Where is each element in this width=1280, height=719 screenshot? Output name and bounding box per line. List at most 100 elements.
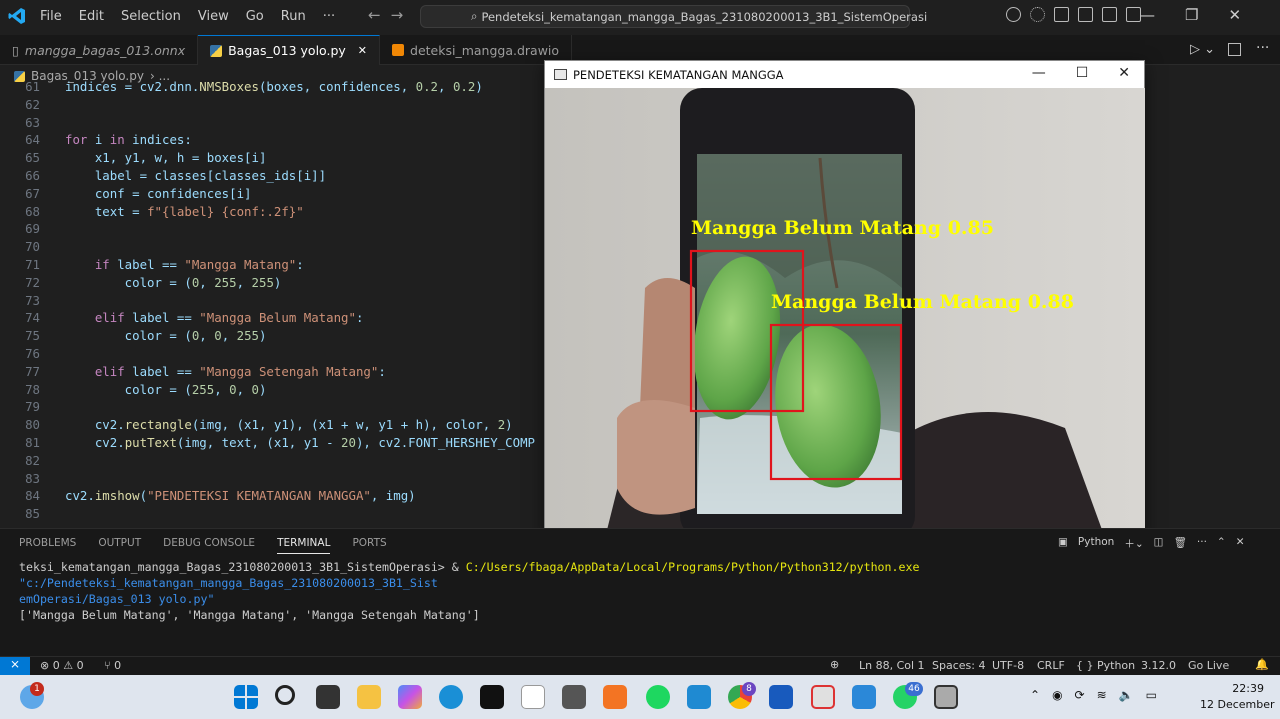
clock[interactable]: 22:39 12 December: [1200, 681, 1275, 713]
tab-output[interactable]: OUTPUT: [98, 537, 141, 554]
menu-selection[interactable]: Selection: [121, 9, 181, 24]
opencv-window[interactable]: PENDETEKSI KEMATANGAN MANGGA — ☐ ✕ Mangg…: [544, 60, 1145, 538]
edge-icon[interactable]: [439, 685, 463, 709]
bell-icon[interactable]: 🔔: [1255, 658, 1269, 671]
code-line[interactable]: 77 elif label == "Mangga Setengah Matang…: [0, 364, 386, 382]
minimize-icon[interactable]: —: [1140, 6, 1155, 24]
code-line[interactable]: 65 x1, y1, w, h = boxes[i]: [0, 150, 266, 168]
photos-icon[interactable]: [852, 685, 876, 709]
code-line[interactable]: 80 cv2.rectangle(img, (x1, y1), (x1 + w,…: [0, 417, 513, 435]
menu-more[interactable]: ···: [323, 9, 335, 24]
sublime-text-icon[interactable]: [603, 685, 627, 709]
code-line[interactable]: 78 color = (255, 0, 0): [0, 382, 266, 400]
forward-arrow-icon[interactable]: →: [391, 6, 414, 24]
code-line[interactable]: 84 cv2.imshow("PENDETEKSI KEMATANGAN MANG…: [0, 488, 416, 506]
menu-go[interactable]: Go: [246, 9, 264, 24]
maximize-panel-icon[interactable]: ⌃: [1217, 536, 1226, 551]
code-editor[interactable]: 61 indices = cv2.dnn.NMSBoxes(boxes, conf…: [0, 80, 544, 524]
tab-problems[interactable]: PROBLEMS: [19, 537, 76, 554]
close-icon[interactable]: ✕: [1228, 6, 1241, 24]
toggle-sidebar-icon[interactable]: [1078, 7, 1093, 22]
start-icon[interactable]: [234, 685, 258, 709]
eol[interactable]: CRLF: [1037, 659, 1065, 672]
toggle-panel-icon[interactable]: [1102, 7, 1117, 22]
code-line[interactable]: 63: [0, 115, 40, 133]
go-live[interactable]: Go Live: [1188, 659, 1229, 672]
dropbox-icon[interactable]: [480, 685, 504, 709]
menu-edit[interactable]: Edit: [79, 9, 104, 24]
code-line[interactable]: 62: [0, 97, 40, 115]
search-icon[interactable]: [275, 685, 295, 705]
close-icon[interactable]: ✕: [1118, 65, 1130, 81]
snipping-tool-icon[interactable]: [811, 685, 835, 709]
battery-icon[interactable]: ▭: [1146, 688, 1157, 702]
add-terminal-icon[interactable]: ＋⌄: [1124, 536, 1143, 551]
command-center-search[interactable]: ⌕ Pendeteksi_kematangan_mangga_Bagas_231…: [420, 5, 927, 28]
code-line[interactable]: 71 if label == "Mangga Matang":: [0, 257, 304, 275]
problems-count[interactable]: ⊗ 0 ⚠ 0: [40, 659, 84, 672]
code-line[interactable]: 81 cv2.putText(img, text, (x1, y1 - 20),…: [0, 435, 535, 453]
vscode-taskbar-icon[interactable]: [687, 685, 711, 709]
maximize-icon[interactable]: ☐: [1076, 65, 1089, 81]
code-line[interactable]: 79: [0, 399, 40, 417]
file-explorer-icon[interactable]: [357, 685, 381, 709]
tab-onnx[interactable]: ▯ mangga_bagas_013.onnx: [0, 35, 199, 65]
code-line[interactable]: 76: [0, 346, 40, 364]
ports-count[interactable]: ⑂ 0: [104, 659, 121, 672]
code-line[interactable]: 85: [0, 506, 40, 524]
code-line[interactable]: 82: [0, 453, 40, 471]
menu-view[interactable]: View: [198, 9, 229, 24]
tray-app-icon[interactable]: ◉: [1052, 688, 1062, 702]
sync-icon[interactable]: ⟳: [1075, 688, 1085, 702]
zoom-icon[interactable]: ⊕: [830, 658, 839, 671]
split-terminal-icon[interactable]: ◫: [1154, 536, 1164, 551]
layout-icon[interactable]: [1054, 7, 1069, 22]
python-version[interactable]: 3.12.0: [1141, 659, 1176, 672]
menu-run[interactable]: Run: [281, 9, 306, 24]
code-line[interactable]: 67 conf = confidences[i]: [0, 186, 251, 204]
code-line[interactable]: 73: [0, 293, 40, 311]
trash-icon[interactable]: 🗑: [1174, 536, 1187, 551]
tab-yolo-py[interactable]: Bagas_013 yolo.py ✕: [198, 35, 381, 65]
indentation[interactable]: Spaces: 4: [932, 659, 985, 672]
volume-icon[interactable]: 🔈: [1119, 688, 1134, 702]
split-editor-icon[interactable]: [1228, 43, 1241, 56]
copilot-icon[interactable]: [398, 685, 422, 709]
cv-title-bar[interactable]: PENDETEKSI KEMATANGAN MANGGA — ☐ ✕: [545, 61, 1144, 88]
language-mode[interactable]: { } Python: [1076, 659, 1135, 672]
terminal-output[interactable]: teksi_kematangan_mangga_Bagas_2310802000…: [19, 559, 1269, 623]
close-tab-icon[interactable]: ✕: [358, 44, 367, 57]
spotify-icon[interactable]: [646, 685, 670, 709]
code-line[interactable]: 68 text = f"{label} {conf:.2f}": [0, 204, 304, 222]
amazon-icon[interactable]: [521, 685, 545, 709]
close-panel-icon[interactable]: ✕: [1236, 536, 1245, 551]
device-icon[interactable]: [562, 685, 586, 709]
code-line[interactable]: 74 elif label == "Mangga Belum Matang":: [0, 310, 363, 328]
tab-debug-console[interactable]: DEBUG CONSOLE: [163, 537, 255, 554]
remote-icon[interactable]: ⨯: [0, 657, 30, 676]
account-icon[interactable]: [1006, 7, 1021, 22]
code-line[interactable]: 66 label = classes[classes_ids[i]]: [0, 168, 326, 186]
restore-icon[interactable]: ❐: [1185, 6, 1198, 24]
terminal-shell-name[interactable]: Python: [1078, 536, 1114, 551]
toggle-secondary-sidebar-icon[interactable]: [1126, 7, 1141, 22]
python-app-icon[interactable]: [934, 685, 958, 709]
run-python-icon[interactable]: ▷ ⌄: [1190, 42, 1215, 57]
code-line[interactable]: 83: [0, 471, 40, 489]
code-line[interactable]: 61 indices = cv2.dnn.NMSBoxes(boxes, conf…: [0, 80, 483, 97]
chevron-up-icon[interactable]: ⌃: [1030, 688, 1040, 702]
task-view-icon[interactable]: [316, 685, 340, 709]
encoding[interactable]: UTF-8: [992, 659, 1024, 672]
menu-file[interactable]: File: [40, 9, 62, 24]
cursor-position[interactable]: Ln 88, Col 1: [859, 659, 925, 672]
wifi-icon[interactable]: ≋: [1097, 688, 1107, 702]
code-line[interactable]: 72 color = (0, 255, 255): [0, 275, 281, 293]
tab-ports[interactable]: PORTS: [352, 537, 386, 554]
more-icon[interactable]: ···: [1197, 536, 1207, 551]
code-line[interactable]: 75 color = (0, 0, 255): [0, 328, 266, 346]
back-arrow-icon[interactable]: ←: [368, 6, 391, 24]
code-line[interactable]: 70: [0, 239, 40, 257]
code-line[interactable]: 69: [0, 221, 40, 239]
tab-terminal[interactable]: TERMINAL: [277, 537, 331, 554]
gear-icon[interactable]: [1030, 7, 1045, 22]
